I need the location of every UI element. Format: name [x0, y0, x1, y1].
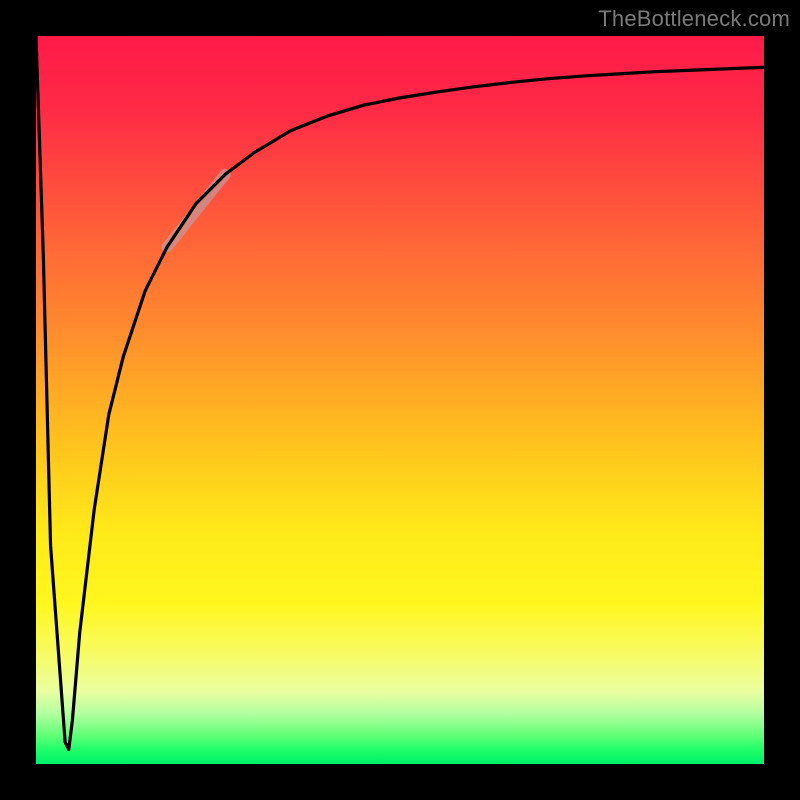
- plot-area: [36, 36, 764, 764]
- main-curve: [36, 36, 764, 749]
- watermark-text: TheBottleneck.com: [598, 6, 790, 32]
- chart-stage: TheBottleneck.com: [0, 0, 800, 800]
- curve-layer: [36, 36, 764, 764]
